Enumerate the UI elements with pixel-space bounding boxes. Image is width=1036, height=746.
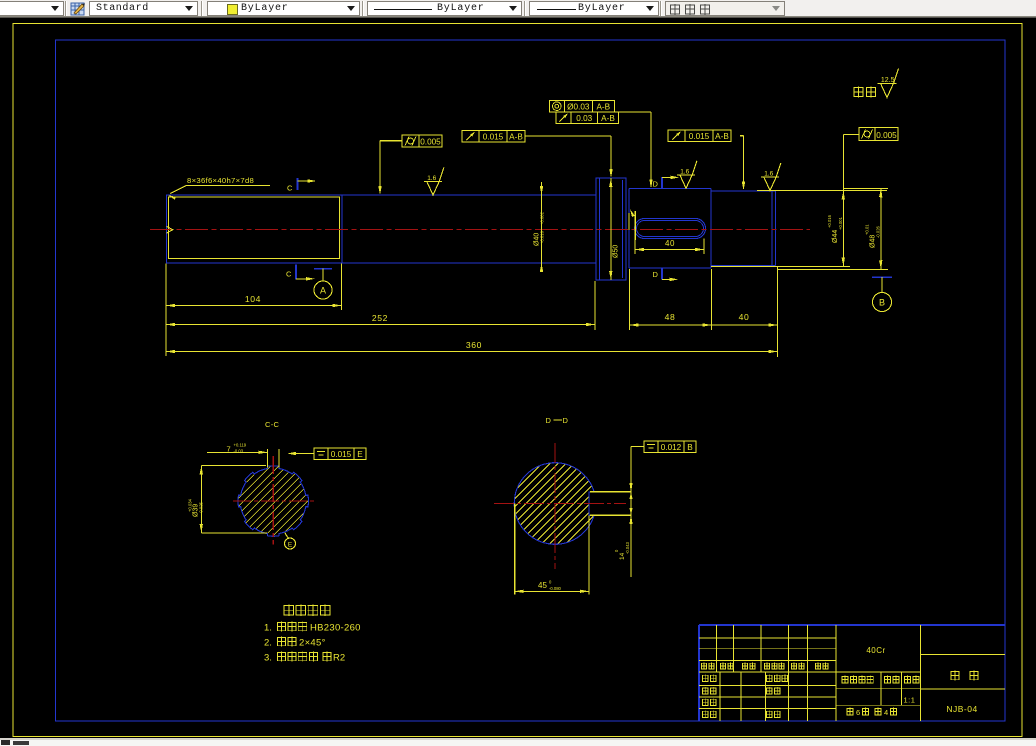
svg-text:A-B: A-B bbox=[601, 114, 615, 123]
svg-text:C: C bbox=[287, 184, 293, 193]
svg-text:0.005: 0.005 bbox=[876, 131, 897, 140]
svg-text:0.015: 0.015 bbox=[689, 132, 710, 141]
svg-text:0.015: 0.015 bbox=[483, 132, 504, 141]
svg-text:+0.002: +0.002 bbox=[540, 211, 545, 225]
svg-text:-0.03: -0.03 bbox=[234, 449, 244, 454]
svg-text:40Cr: 40Cr bbox=[866, 646, 885, 655]
svg-text:2×45°: 2×45° bbox=[299, 638, 326, 649]
svg-text:-0.043: -0.043 bbox=[625, 541, 630, 554]
svg-text:2.: 2. bbox=[264, 638, 272, 649]
svg-text:104: 104 bbox=[245, 294, 261, 304]
svg-text:0.03: 0.03 bbox=[576, 114, 592, 123]
svg-text:B: B bbox=[879, 298, 885, 308]
svg-text:6: 6 bbox=[856, 708, 860, 717]
svg-text:A-B: A-B bbox=[715, 132, 729, 141]
svg-text:+0.016: +0.016 bbox=[540, 230, 545, 244]
svg-text:E: E bbox=[357, 450, 363, 459]
svg-text:40: 40 bbox=[665, 239, 675, 248]
svg-text:1.6: 1.6 bbox=[764, 171, 773, 178]
svg-text:48: 48 bbox=[665, 312, 676, 322]
svg-text:1.6: 1.6 bbox=[680, 168, 689, 175]
svg-text:4: 4 bbox=[884, 708, 888, 717]
svg-text:-0.080: -0.080 bbox=[549, 586, 562, 591]
svg-text:D: D bbox=[653, 180, 659, 189]
svg-text:0.005: 0.005 bbox=[420, 137, 441, 146]
svg-text:40: 40 bbox=[739, 312, 750, 322]
svg-text:0.012: 0.012 bbox=[661, 443, 682, 452]
svg-text:D: D bbox=[563, 416, 569, 425]
svg-text:45: 45 bbox=[538, 581, 547, 590]
svg-text:A-B: A-B bbox=[509, 132, 523, 141]
svg-text:252: 252 bbox=[372, 313, 388, 323]
svg-text:-0.025: -0.025 bbox=[199, 501, 204, 514]
svg-text:NJB-04: NJB-04 bbox=[946, 704, 977, 714]
svg-text:C-C: C-C bbox=[265, 420, 280, 429]
svg-text:A: A bbox=[320, 286, 326, 296]
svg-text:B: B bbox=[687, 443, 693, 452]
svg-text:360: 360 bbox=[466, 340, 482, 350]
svg-text:0.015: 0.015 bbox=[331, 450, 352, 459]
svg-text:7: 7 bbox=[227, 445, 231, 454]
svg-text:Ø44: Ø44 bbox=[832, 230, 839, 243]
svg-text:Ø50: Ø50 bbox=[613, 245, 620, 258]
svg-text:+0.034: +0.034 bbox=[188, 498, 193, 512]
svg-text:E: E bbox=[288, 541, 293, 548]
svg-text:1.: 1. bbox=[264, 623, 272, 634]
svg-text:D: D bbox=[653, 270, 659, 279]
svg-text:HB230-260: HB230-260 bbox=[310, 623, 361, 634]
svg-text:Ø0.03: Ø0.03 bbox=[567, 102, 590, 111]
svg-text:+0.01: +0.01 bbox=[865, 224, 870, 235]
svg-text:D: D bbox=[546, 416, 552, 425]
svg-text:R2: R2 bbox=[333, 653, 345, 664]
svg-text:3.: 3. bbox=[264, 653, 272, 664]
svg-text:8×36f6×40h7×7d8: 8×36f6×40h7×7d8 bbox=[187, 176, 254, 185]
svg-text:-0.026: -0.026 bbox=[876, 225, 881, 238]
svg-text:+0.001: +0.001 bbox=[838, 216, 843, 230]
svg-text:+0.016: +0.016 bbox=[827, 214, 832, 228]
svg-text:12.5: 12.5 bbox=[881, 77, 895, 84]
svg-text:+0.119: +0.119 bbox=[234, 443, 247, 448]
svg-text:A-B: A-B bbox=[596, 102, 610, 111]
svg-text:C: C bbox=[286, 270, 292, 279]
svg-text:1:1: 1:1 bbox=[904, 696, 916, 705]
svg-text:1.6: 1.6 bbox=[427, 175, 436, 182]
